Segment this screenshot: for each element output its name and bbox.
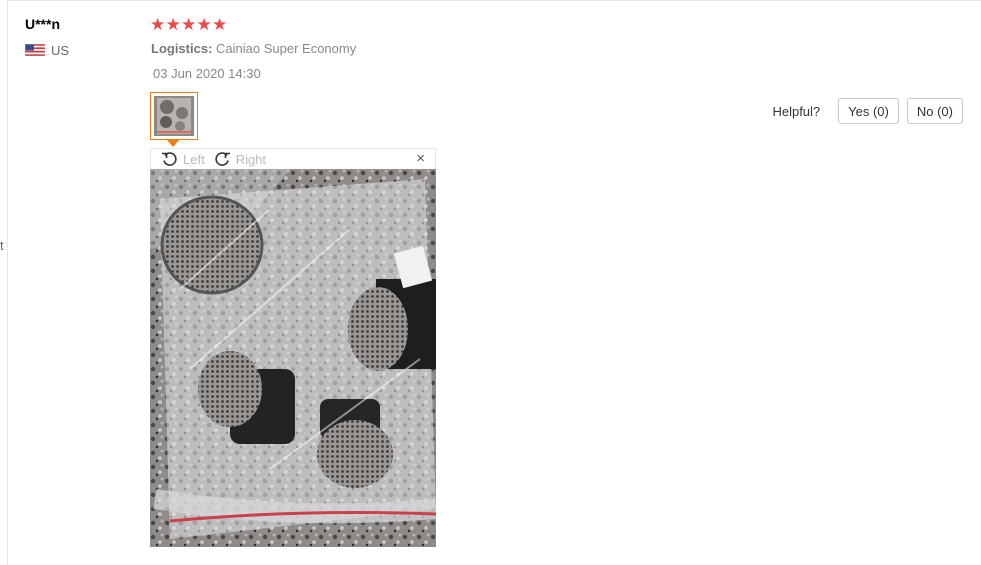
star-icon: ★ [181,15,197,34]
close-icon[interactable]: × [416,149,425,169]
reviewer-name: U***n [25,16,61,32]
review-photo [150,169,436,547]
rotate-right-icon [215,151,230,166]
rotate-right-button[interactable]: Right [214,151,266,168]
star-icon: ★ [196,15,212,34]
country-name: US [51,43,70,58]
rotate-left-button[interactable]: Left [161,151,205,168]
reviewer-country: US [25,41,69,58]
rotate-left-label: Left [183,151,205,167]
star-rating: ★ ★ ★ ★ ★ [150,16,228,33]
helpful-yes-button[interactable]: Yes (0) [838,98,899,124]
star-icon: ★ [212,15,228,34]
photo-viewer: Left Right × [150,148,436,547]
logistics-value: Cainiao Super Economy [216,41,357,56]
logistics-label: Logistics: [151,41,213,56]
review-photo-thumbnail[interactable] [150,92,198,140]
star-icon: ★ [165,15,181,34]
review-date: 03 Jun 2020 14:30 [153,66,261,81]
logistics-info: Logistics: Cainiao Super Economy [151,41,356,56]
helpful-vote: Helpful? Yes (0) No (0) [772,98,963,124]
photo-viewer-toolbar: Left Right × [150,148,436,169]
helpful-label: Helpful? [772,103,821,119]
rotate-right-label: Right [235,151,267,167]
rotate-left-icon [162,151,177,166]
helpful-no-button[interactable]: No (0) [906,98,963,124]
cropped-text-fragment: t [0,238,4,253]
thumbnail-image [154,96,194,136]
us-flag-icon [25,43,45,56]
thumbnail-selected-arrow [167,140,179,147]
star-icon: ★ [150,15,166,34]
